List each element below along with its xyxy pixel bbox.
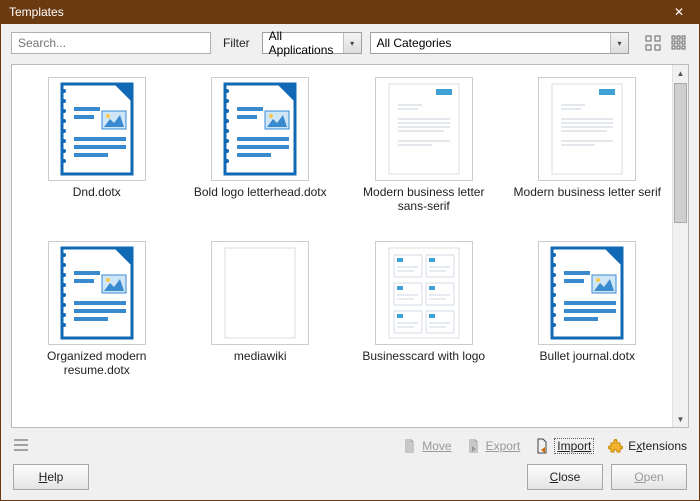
- template-thumbnail: [538, 241, 636, 345]
- scrollbar-thumb[interactable]: [674, 83, 687, 223]
- extensions-button[interactable]: EExtensionsxtensions: [608, 438, 687, 454]
- scroll-up-icon[interactable]: ▲: [673, 65, 688, 81]
- import-button[interactable]: Import: [534, 438, 594, 454]
- view-toggles: [643, 33, 689, 53]
- template-thumbnail: [48, 241, 146, 345]
- template-name: Organized modern resume.dotx: [18, 349, 176, 378]
- extensions-label: EExtensionsxtensions: [628, 439, 687, 453]
- thumbnail-view-icon[interactable]: [643, 33, 663, 53]
- categories-filter-combo[interactable]: All Categories ▾: [370, 32, 629, 54]
- template-item[interactable]: Modern business letter serif: [507, 73, 669, 237]
- filter-label: Filter: [219, 36, 254, 50]
- template-grid: Dnd.dotx Bold logo letterhead.dotx Moder…: [12, 65, 672, 427]
- export-button[interactable]: Export: [466, 438, 521, 454]
- template-gallery: Dnd.dotx Bold logo letterhead.dotx Moder…: [11, 64, 689, 428]
- template-name: Bullet journal.dotx: [538, 349, 637, 363]
- move-label: Move: [422, 439, 451, 453]
- close-button[interactable]: Close: [527, 464, 603, 490]
- template-item[interactable]: mediawiki: [180, 237, 342, 401]
- template-name: Modern business letter sans-serif: [345, 185, 503, 214]
- title-bar: Templates ✕: [1, 0, 699, 24]
- window-title: Templates: [9, 5, 667, 19]
- list-view-icon[interactable]: [669, 33, 689, 53]
- move-button[interactable]: Move: [402, 438, 451, 454]
- template-item[interactable]: Bold logo letterhead.dotx: [180, 73, 342, 237]
- puzzle-icon: [608, 438, 624, 454]
- template-name: Businesscard with logo: [360, 349, 487, 363]
- applications-filter-value: All Applications: [269, 29, 339, 57]
- open-button[interactable]: Open: [611, 464, 687, 490]
- template-item[interactable]: Dnd.dotx: [16, 73, 178, 237]
- menu-icon[interactable]: [13, 438, 29, 454]
- export-label: Export: [486, 439, 521, 453]
- template-item[interactable]: Bullet journal.dotx: [507, 237, 669, 401]
- applications-filter-combo[interactable]: All Applications ▾: [262, 32, 362, 54]
- move-icon: [402, 438, 418, 454]
- template-item[interactable]: Modern business letter sans-serif: [343, 73, 505, 237]
- template-name: Modern business letter serif: [512, 185, 663, 199]
- help-label: Help: [39, 470, 64, 484]
- template-item[interactable]: Organized modern resume.dotx: [16, 237, 178, 401]
- template-thumbnail: [375, 77, 473, 181]
- template-item[interactable]: Businesscard with logo: [343, 237, 505, 401]
- action-toolbar: Move Export Import EExtensionsxtensions: [1, 428, 699, 458]
- vertical-scrollbar[interactable]: ▲ ▼: [672, 65, 688, 427]
- toolbar: Filter All Applications ▾ All Categories…: [1, 24, 699, 60]
- help-button[interactable]: Help: [13, 464, 89, 490]
- template-thumbnail: [48, 77, 146, 181]
- import-label: Import: [554, 438, 594, 454]
- export-icon: [466, 438, 482, 454]
- open-label: Open: [634, 470, 663, 484]
- template-thumbnail: [375, 241, 473, 345]
- chevron-down-icon: ▾: [610, 33, 628, 53]
- close-label: Close: [550, 470, 581, 484]
- scroll-down-icon[interactable]: ▼: [673, 411, 688, 427]
- dialog-buttons: Help Close Open: [1, 458, 699, 500]
- template-name: mediawiki: [232, 349, 289, 363]
- template-name: Dnd.dotx: [71, 185, 123, 199]
- template-thumbnail: [538, 77, 636, 181]
- categories-filter-value: All Categories: [377, 36, 452, 50]
- close-icon[interactable]: ✕: [667, 0, 691, 24]
- template-thumbnail: [211, 77, 309, 181]
- search-input[interactable]: [11, 32, 211, 54]
- template-thumbnail: [211, 241, 309, 345]
- template-name: Bold logo letterhead.dotx: [192, 185, 329, 199]
- import-icon: [534, 438, 550, 454]
- chevron-down-icon: ▾: [343, 33, 361, 53]
